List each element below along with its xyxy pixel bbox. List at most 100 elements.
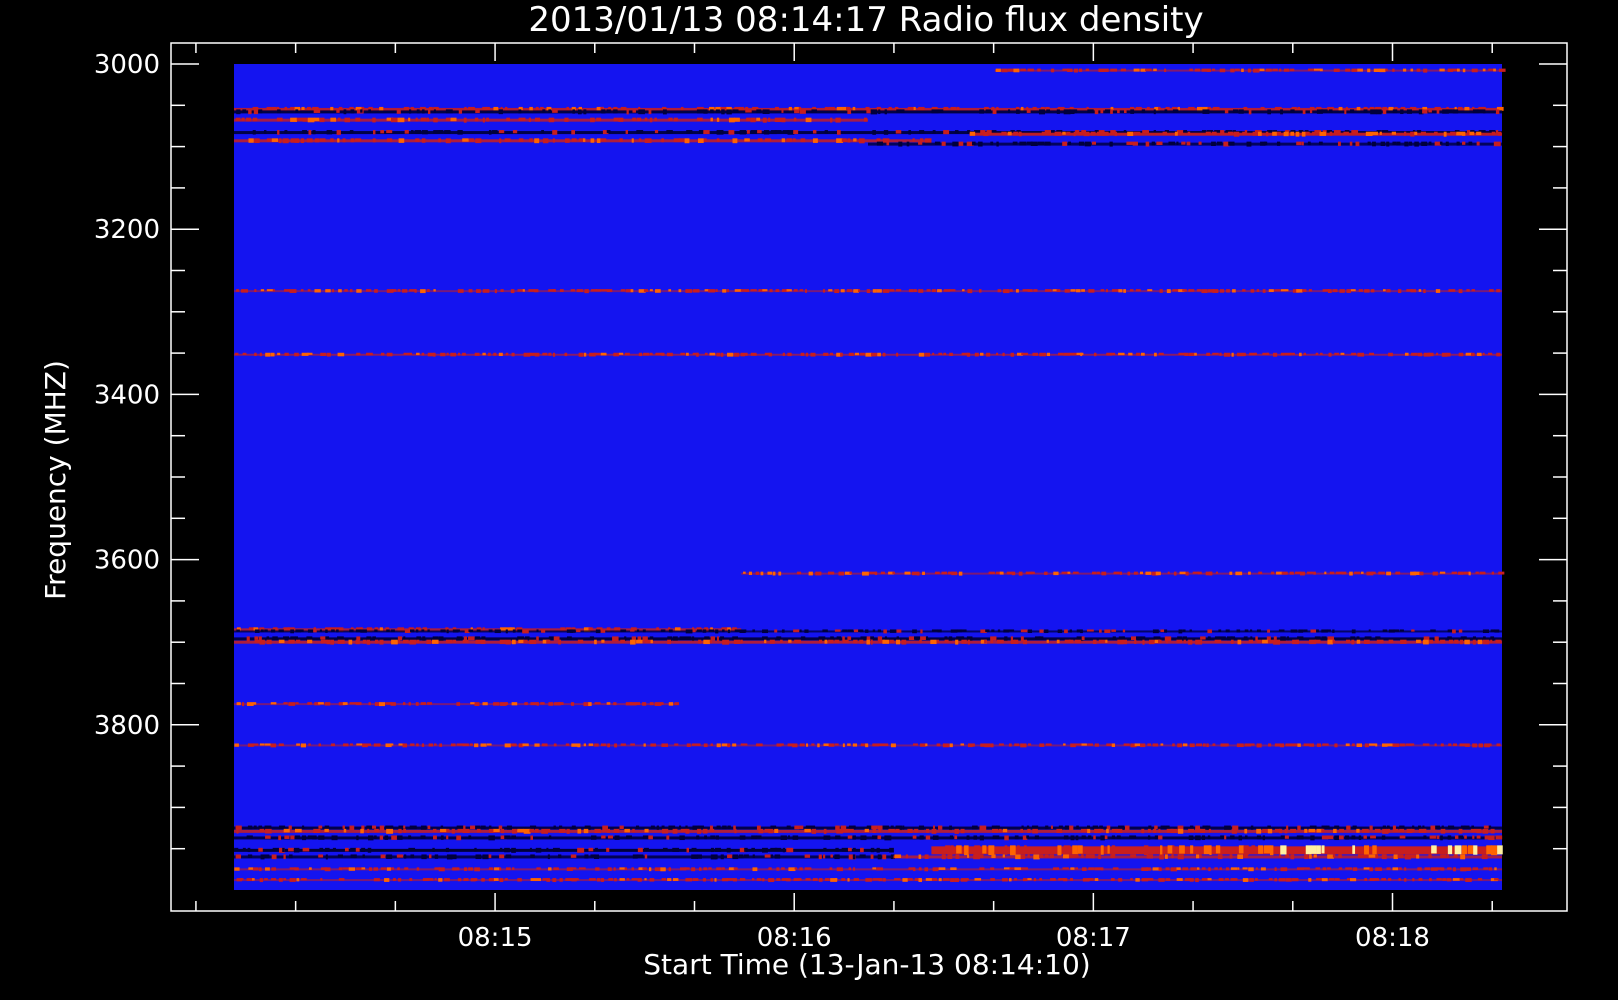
band-speckle bbox=[888, 828, 895, 833]
band-speckle bbox=[409, 878, 413, 882]
band-speckle bbox=[1259, 68, 1265, 72]
band-speckle bbox=[883, 629, 887, 634]
band-speckle bbox=[1452, 878, 1460, 881]
band-speckle bbox=[632, 828, 635, 833]
band-speckle bbox=[1117, 639, 1124, 645]
band-speckle bbox=[1472, 639, 1476, 645]
band-speckle bbox=[438, 636, 444, 642]
band-speckle bbox=[750, 289, 757, 292]
band-speckle bbox=[1367, 68, 1371, 73]
band-speckle bbox=[974, 878, 982, 881]
band-speckle bbox=[942, 878, 950, 881]
band-speckle bbox=[512, 130, 518, 134]
band-speckle bbox=[686, 636, 692, 640]
band-speckle bbox=[836, 130, 841, 135]
band-speckle bbox=[1214, 639, 1222, 643]
band-speckle bbox=[776, 878, 781, 881]
band-speckle bbox=[493, 106, 499, 111]
band-speckle bbox=[415, 117, 418, 122]
band-speckle bbox=[949, 825, 952, 831]
band-speckle bbox=[1263, 845, 1271, 854]
band-speckle bbox=[672, 636, 678, 641]
band-speckle bbox=[1219, 68, 1226, 73]
band-speckle bbox=[1302, 109, 1306, 115]
band-speckle bbox=[462, 138, 469, 142]
band-speckle bbox=[438, 138, 441, 143]
band-speckle bbox=[1290, 854, 1295, 860]
spectral-band bbox=[931, 845, 1503, 856]
band-speckle bbox=[253, 702, 257, 705]
band-speckle bbox=[1351, 629, 1356, 634]
band-speckle bbox=[398, 828, 402, 834]
band-speckle bbox=[1068, 141, 1071, 145]
band-speckle bbox=[440, 629, 446, 633]
band-speckle bbox=[559, 828, 566, 833]
band-speckle bbox=[1369, 743, 1376, 746]
band-speckle bbox=[552, 130, 558, 135]
band-speckle bbox=[853, 138, 857, 142]
band-speckle bbox=[1194, 352, 1197, 356]
band-speckle bbox=[767, 571, 773, 575]
band-speckle bbox=[648, 109, 652, 115]
band-speckle bbox=[1016, 845, 1020, 855]
band-speckle bbox=[1351, 639, 1355, 645]
band-speckle bbox=[1203, 845, 1211, 855]
band-speckle bbox=[679, 835, 685, 841]
band-speckle bbox=[1476, 835, 1481, 839]
spectrogram-image bbox=[234, 64, 1502, 890]
band-speckle bbox=[644, 828, 649, 833]
band-speckle bbox=[762, 847, 768, 853]
band-speckle bbox=[552, 847, 560, 852]
band-speckle bbox=[1309, 109, 1313, 114]
band-speckle bbox=[415, 629, 419, 633]
band-speckle bbox=[307, 629, 314, 633]
band-speckle bbox=[1365, 131, 1373, 137]
band-speckle bbox=[440, 828, 447, 833]
band-speckle bbox=[594, 828, 601, 834]
band-speckle bbox=[1214, 636, 1220, 641]
band-speckle bbox=[1363, 639, 1370, 644]
band-speckle bbox=[1462, 845, 1467, 855]
band-speckle bbox=[1496, 743, 1501, 747]
band-speckle bbox=[764, 854, 772, 858]
band-speckle bbox=[1430, 867, 1438, 871]
band-speckle bbox=[572, 109, 576, 114]
band-speckle bbox=[756, 878, 762, 881]
band-speckle bbox=[762, 636, 768, 640]
band-base bbox=[234, 848, 894, 852]
band-speckle bbox=[1321, 825, 1327, 830]
band-speckle bbox=[686, 352, 689, 356]
band-speckle bbox=[420, 702, 427, 705]
band-speckle bbox=[889, 289, 895, 292]
band-speckle bbox=[564, 117, 569, 122]
band-speckle bbox=[331, 289, 335, 293]
band-speckle bbox=[1002, 854, 1005, 858]
band-speckle bbox=[254, 629, 260, 633]
band-speckle bbox=[1231, 828, 1237, 834]
band-speckle bbox=[300, 878, 307, 881]
band-speckle bbox=[696, 109, 704, 114]
band-speckle bbox=[457, 289, 464, 293]
band-speckle bbox=[542, 352, 548, 356]
band-speckle bbox=[566, 828, 570, 834]
band-speckle bbox=[486, 743, 492, 746]
band-speckle bbox=[348, 639, 353, 645]
band-speckle bbox=[1398, 289, 1402, 294]
band-speckle bbox=[931, 878, 938, 881]
band-speckle bbox=[894, 854, 902, 859]
band-speckle bbox=[1140, 352, 1145, 356]
band-speckle bbox=[420, 835, 426, 840]
band-speckle bbox=[644, 878, 647, 881]
band-speckle bbox=[710, 878, 714, 882]
band-speckle bbox=[583, 352, 587, 357]
band-speckle bbox=[954, 828, 959, 834]
band-speckle bbox=[1411, 828, 1415, 833]
band-speckle bbox=[512, 629, 516, 633]
band-speckle bbox=[1363, 109, 1368, 113]
band-speckle bbox=[445, 117, 451, 121]
band-speckle bbox=[720, 352, 724, 357]
band-speckle bbox=[1450, 131, 1456, 136]
band-speckle bbox=[1242, 352, 1246, 357]
band-speckle bbox=[1120, 68, 1127, 72]
band-speckle bbox=[511, 835, 516, 839]
